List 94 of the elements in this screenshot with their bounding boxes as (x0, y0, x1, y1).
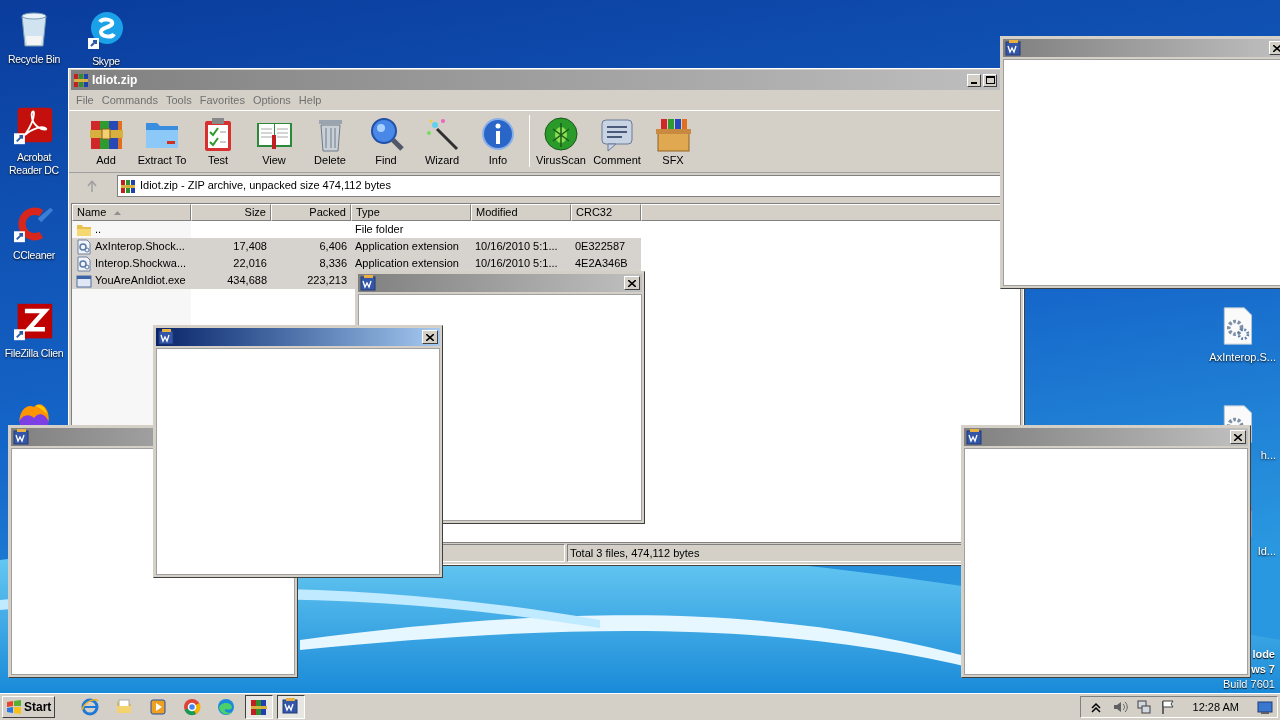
minimize-icon (971, 81, 977, 84)
toolbar-button[interactable]: Delete (302, 115, 358, 167)
info-icon (479, 115, 517, 153)
icon-label[interactable]: Skype (92, 55, 120, 68)
close-button[interactable] (1230, 430, 1246, 444)
toolbar-button[interactable]: VirusScan (533, 115, 589, 167)
swirl-tile-icon[interactable] (14, 106, 54, 146)
table-cell-text: 4E2A346B (575, 256, 628, 272)
toolbar-button[interactable]: Wizard (414, 115, 470, 167)
watermark-text: lode (1252, 647, 1275, 662)
table-cell-text: 6,406 (319, 239, 347, 255)
icon-label[interactable]: Acrobat Reader DC (0, 151, 68, 177)
icon-label[interactable]: h... (1260, 449, 1276, 462)
table-row[interactable]: .. File folder (72, 221, 641, 238)
zigzag-tile-icon[interactable] (14, 302, 54, 342)
table-cell-text: YouAreAnIdiot.exe (95, 273, 186, 289)
table-cell-text: 434,688 (227, 273, 267, 289)
taskbar-button[interactable] (277, 695, 306, 719)
document-icon (966, 429, 982, 445)
toolbar-button[interactable]: SFX (645, 115, 701, 167)
column-header[interactable]: Packed (271, 204, 351, 221)
minimize-button[interactable] (967, 73, 981, 87)
table-row[interactable]: AxInterop.Shock... 17,408 6,406 Application extension 10/16/2010 5:1... 0E322587 (72, 238, 641, 255)
speaker-icon (1111, 699, 1128, 715)
table-cell-text: Interop.Shockwa... (95, 256, 187, 272)
close-icon (1273, 44, 1280, 52)
play-tile-icon (149, 698, 168, 716)
gear-file-icon (76, 238, 92, 255)
network-icon (1135, 699, 1152, 715)
monitor-icon (1257, 699, 1273, 715)
archive-books-icon (120, 177, 136, 194)
table-row[interactable]: Interop.Shockwa... 22,016 8,336 Application extension 10/16/2010 5:1... 4E2A346B (72, 255, 641, 272)
browser-ring-icon (183, 698, 202, 716)
bug-scanner-icon (542, 115, 580, 153)
close-button[interactable] (422, 330, 438, 344)
close-button[interactable] (624, 276, 640, 290)
folder-icon (115, 698, 134, 716)
flag-icon (1159, 699, 1176, 715)
column-header[interactable]: Modified (471, 204, 571, 221)
archive-books-icon (73, 72, 89, 88)
toolbar-button[interactable]: Test (190, 115, 246, 167)
column-header[interactable]: Size (191, 204, 271, 221)
start-button[interactable]: Start (2, 696, 56, 718)
gear-file-icon (76, 255, 92, 272)
archive-books-icon (250, 698, 269, 716)
sort-arrow-icon (114, 210, 122, 215)
maximize-icon (985, 76, 995, 84)
document-icon (282, 698, 301, 716)
icon-label[interactable]: AxInterop.S... (1209, 351, 1276, 364)
table-cell-text: .. (95, 222, 102, 238)
toolbar-button[interactable]: Find (358, 115, 414, 167)
windows-flag-icon (6, 699, 22, 715)
close-icon (1234, 433, 1242, 441)
table-cell-text: 22,016 (233, 256, 267, 272)
window-title: Idiot.zip (92, 72, 139, 89)
document-icon (360, 275, 376, 291)
toolbar-button[interactable]: Info (470, 115, 526, 167)
watermark-text: Build 7601 (1223, 677, 1275, 692)
chat-cloud-icon[interactable] (86, 10, 126, 50)
toolbar-button[interactable]: Comment (589, 115, 645, 167)
icon-label[interactable]: Recycle Bin (7, 53, 61, 66)
table-cell-text: 10/16/2010 5:1... (475, 256, 558, 272)
table-cell-text: 10/16/2010 5:1... (475, 239, 558, 255)
table-cell-text: 223,213 (307, 273, 347, 289)
table-cell-text: Application extension (355, 256, 459, 272)
table-cell-text: 17,408 (233, 239, 267, 255)
column-header[interactable]: CRC32 (571, 204, 641, 221)
column-header[interactable]: Name (72, 204, 191, 221)
toolbar-button[interactable]: View (246, 115, 302, 167)
column-header[interactable]: Type (351, 204, 471, 221)
icon-label[interactable]: FileZilla Clien (4, 347, 64, 360)
icon-label[interactable]: CCleaner (13, 249, 55, 262)
program-file-icon (76, 272, 92, 289)
clock-text[interactable]: 12:28 AM (1182, 698, 1249, 716)
toolbar-button[interactable]: Extract To (134, 115, 190, 167)
table-cell-text: 8,336 (319, 256, 347, 272)
browser-e-icon (81, 698, 100, 716)
document-icon (1005, 40, 1021, 56)
table-cell-text: Application extension (355, 239, 459, 255)
close-icon (426, 333, 434, 341)
up-arrow-icon (87, 179, 97, 192)
toolbar-button[interactable]: Add (78, 115, 134, 167)
maximize-button[interactable] (983, 73, 997, 87)
table-cell-text: 0E322587 (575, 239, 626, 255)
status-text: Total 3 files, 474,112 bytes (570, 545, 700, 561)
table-cell-text: AxInterop.Shock... (95, 239, 185, 255)
browser-wave-icon (217, 698, 236, 716)
table-cell-text: File folder (355, 222, 404, 238)
document-icon (13, 429, 29, 445)
close-icon (628, 279, 636, 287)
taskbar-button[interactable] (245, 695, 274, 719)
document-icon (158, 329, 174, 345)
show-desktop-button[interactable] (1255, 698, 1275, 716)
watermark-text: ws 7 (1251, 662, 1275, 677)
